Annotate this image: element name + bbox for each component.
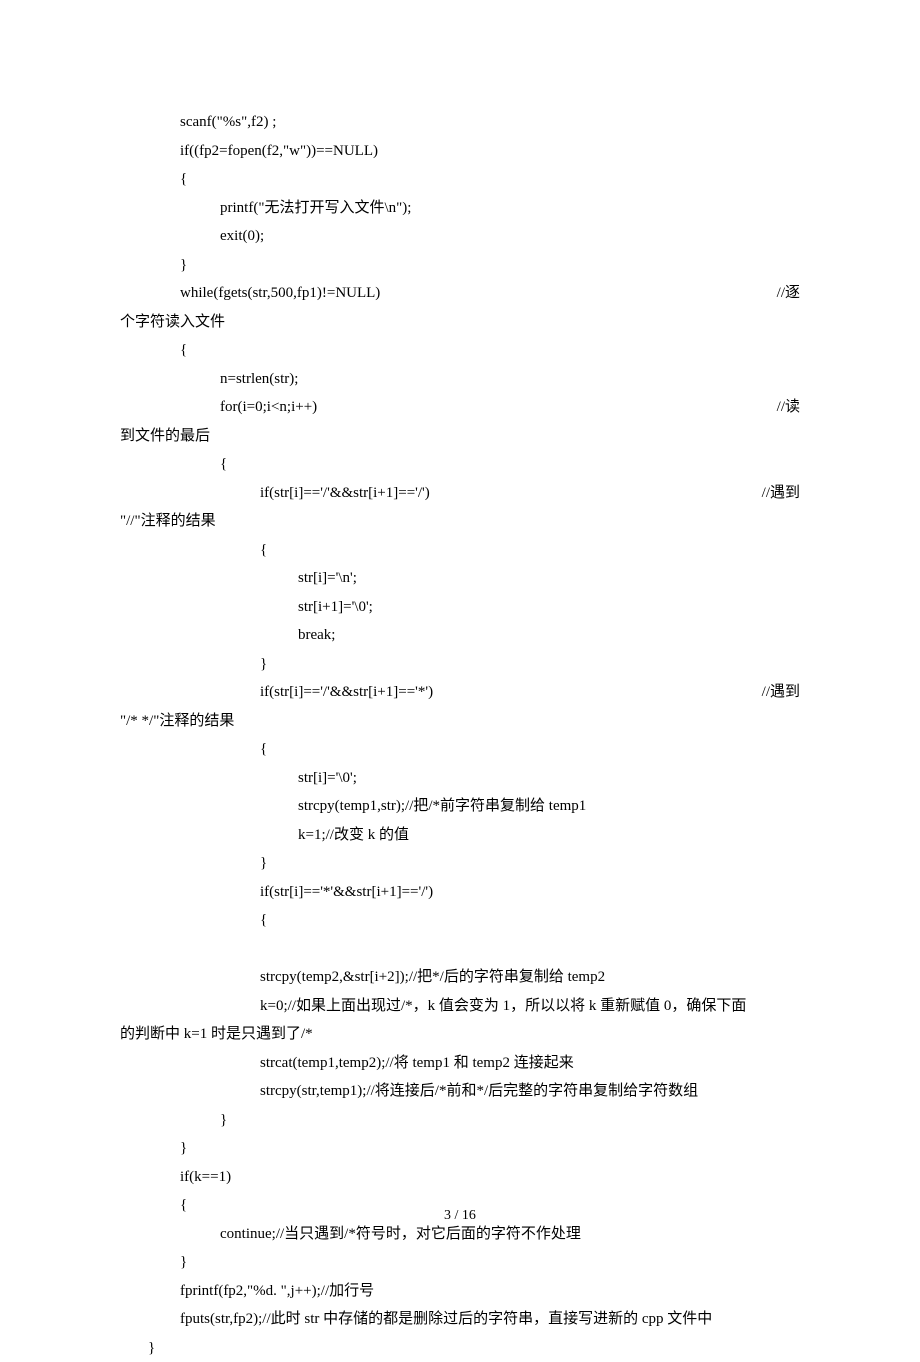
code-wrap-line: "//"注释的结果 <box>120 507 800 536</box>
code-content: scanf("%s",f2) ;if((fp2=fopen(f2,"w"))==… <box>120 108 800 1362</box>
code-line: fputs(str,fp2);//此时 str 中存储的都是删除过后的字符串，直… <box>120 1305 800 1334</box>
code-line: while(fgets(str,500,fp1)!=NULL) //逐个字符读入文… <box>120 279 800 336</box>
page-number: 3 / 16 <box>444 1208 476 1223</box>
code-line: fprintf(fp2,"%d. ",j++);//加行号 <box>120 1277 800 1306</box>
code-line: { <box>120 336 800 365</box>
code-text: if(str[i]=='/'&&str[i+1]=='*') <box>260 678 433 707</box>
code-line: } <box>120 849 800 878</box>
code-line: if(k==1) <box>120 1163 800 1192</box>
code-line: } <box>120 650 800 679</box>
document-page: scanf("%s",f2) ;if((fp2=fopen(f2,"w"))==… <box>120 108 800 1362</box>
code-line: if(str[i]=='/'&&str[i+1]=='/') //遇到"//"注释… <box>120 479 800 536</box>
code-line: } <box>120 1106 800 1135</box>
code-wrap-line: 的判断中 k=1 时是只遇到了/* <box>120 1020 800 1049</box>
code-line: strcpy(temp2,&str[i+2]);//把*/后的字符串复制给 te… <box>120 963 800 992</box>
page-footer: 3 / 16 <box>0 1203 920 1230</box>
code-wrap-line: 到文件的最后 <box>120 422 800 451</box>
code-line: strcpy(temp1,str);//把/*前字符串复制给 temp1 <box>120 792 800 821</box>
code-line: for(i=0;i<n;i++) //读到文件的最后 <box>120 393 800 450</box>
code-comment: //遇到 <box>762 678 800 707</box>
code-line: { <box>120 906 800 935</box>
code-line: if((fp2=fopen(f2,"w"))==NULL) <box>120 137 800 166</box>
code-wrap-line: 个字符读入文件 <box>120 308 800 337</box>
code-line: break; <box>120 621 800 650</box>
code-line: k=1;//改变 k 的值 <box>120 821 800 850</box>
code-comment: //遇到 <box>762 479 800 508</box>
code-wrap-line: "/* */"注释的结果 <box>120 707 800 736</box>
code-line: exit(0); <box>120 222 800 251</box>
code-line: str[i]='\n'; <box>120 564 800 593</box>
code-line: scanf("%s",f2) ; <box>120 108 800 137</box>
code-line: printf("无法打开写入文件\n"); <box>120 194 800 223</box>
code-line: { <box>120 450 800 479</box>
code-line: { <box>120 735 800 764</box>
code-line: strcpy(str,temp1);//将连接后/*前和*/后完整的字符串复制给… <box>120 1077 800 1106</box>
code-line: n=strlen(str); <box>120 365 800 394</box>
code-line: k=0;//如果上面出现过/*，k 值会变为 1，所以以将 k 重新赋值 0，确… <box>120 992 800 1021</box>
code-line: } <box>120 1334 800 1362</box>
code-line: strcat(temp1,temp2);//将 temp1 和 temp2 连接… <box>120 1049 800 1078</box>
code-line: { <box>120 165 800 194</box>
code-line: } <box>120 1248 800 1277</box>
code-comment: //读 <box>777 393 800 422</box>
code-line: } <box>120 251 800 280</box>
code-line <box>120 935 800 964</box>
code-line: } <box>120 1134 800 1163</box>
code-line: if(str[i]=='/'&&str[i+1]=='*') //遇到"/* */… <box>120 678 800 735</box>
code-line: str[i]='\0'; <box>120 764 800 793</box>
code-comment: //逐 <box>777 279 800 308</box>
code-text: if(str[i]=='/'&&str[i+1]=='/') <box>260 479 430 508</box>
code-line: { <box>120 536 800 565</box>
code-line: str[i+1]='\0'; <box>120 593 800 622</box>
code-text: for(i=0;i<n;i++) <box>220 393 317 422</box>
code-line: if(str[i]=='*'&&str[i+1]=='/') <box>120 878 800 907</box>
code-text: while(fgets(str,500,fp1)!=NULL) <box>180 279 380 308</box>
